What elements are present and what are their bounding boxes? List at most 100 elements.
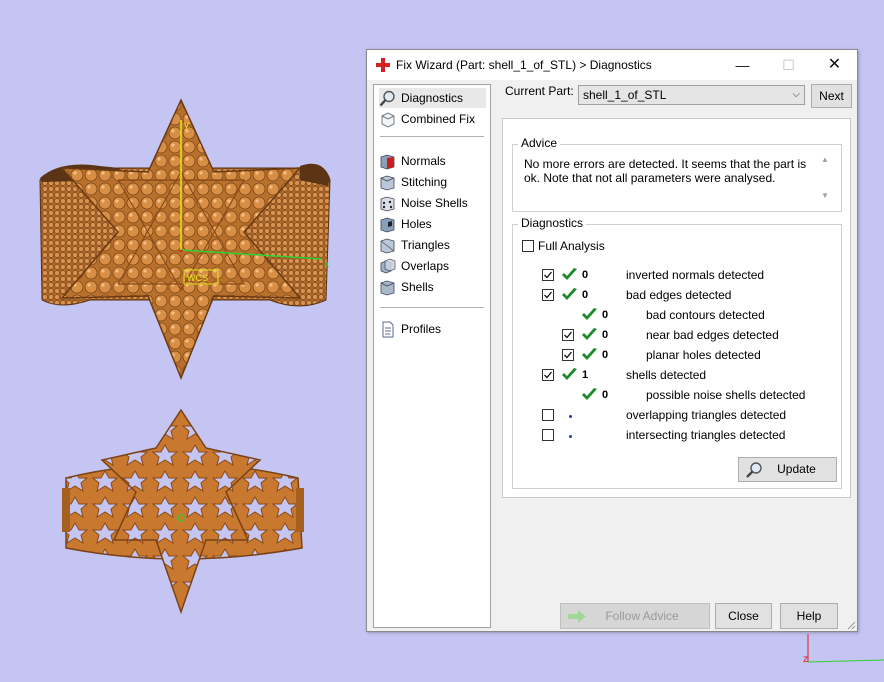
near-bad-edges-count: 0 — [602, 329, 609, 341]
bad-edges-label: bad edges detected — [626, 288, 732, 302]
magnifier-icon — [379, 90, 395, 106]
pending-dot-icon — [569, 435, 572, 438]
wizard-nav: Diagnostics Combined Fix Normals Stitchi… — [373, 84, 491, 628]
intersecting-triangles-label: intersecting triangles detected — [626, 428, 786, 442]
title-bar[interactable]: Fix Wizard (Part: shell_1_of_STL) > Diag… — [367, 50, 857, 80]
current-part-value: shell_1_of_STL — [583, 88, 667, 102]
next-button[interactable]: Next — [811, 84, 852, 108]
nav-label: Normals — [401, 154, 446, 168]
nav-item-noise-shells[interactable]: Noise Shells — [379, 193, 468, 213]
red-cube-icon — [380, 154, 395, 169]
shells-count: 1 — [582, 369, 589, 381]
update-button[interactable]: Update — [738, 457, 837, 482]
advice-text: No more errors are detected. It seems th… — [524, 157, 807, 185]
arrow-right-icon — [568, 610, 586, 623]
triangles-cube-icon — [380, 238, 395, 253]
nav-item-profiles[interactable]: Profiles — [379, 319, 441, 339]
top-ring-model — [39, 98, 331, 381]
current-part-label: Current Part: — [505, 84, 574, 98]
nav-label: Combined Fix — [401, 112, 476, 126]
bottom-ring-model — [62, 408, 304, 615]
maximize-button[interactable]: ☐ — [766, 50, 811, 80]
nav-label: Holes — [401, 217, 432, 231]
nav-item-stitching[interactable]: Stitching — [379, 172, 447, 192]
y-axis-label: y — [184, 120, 189, 131]
cube-outline-icon — [381, 111, 395, 128]
inverted-normals-label: inverted normals detected — [626, 268, 765, 282]
nav-label: Triangles — [401, 238, 450, 252]
nav-item-holes[interactable]: Holes — [379, 214, 432, 234]
close-window-button[interactable]: ✕ — [812, 50, 857, 80]
advice-title: Advice — [518, 136, 561, 150]
green-check-icon — [582, 328, 597, 340]
green-check-icon — [582, 388, 597, 400]
green-check-icon — [582, 308, 597, 320]
overlaps-cube-icon — [380, 258, 396, 273]
shells-label: shells detected — [626, 368, 707, 382]
bad-edges-count: 0 — [582, 289, 589, 301]
help-button[interactable]: Help — [780, 603, 838, 629]
planar-holes-count: 0 — [602, 349, 609, 361]
inverted-normals-count: 0 — [582, 269, 589, 281]
update-label: Update — [777, 462, 816, 476]
bad-edges-checkbox[interactable] — [542, 289, 554, 301]
noise-shells-label: possible noise shells detected — [646, 388, 806, 402]
nav-item-triangles[interactable]: Triangles — [379, 235, 450, 255]
nav-label: Profiles — [401, 322, 442, 336]
nav-item-diagnostics[interactable]: Diagnostics — [379, 88, 486, 108]
advice-group: Advice No more errors are detected. It s… — [512, 136, 842, 212]
diagnostics-panel: Advice No more errors are detected. It s… — [502, 118, 851, 498]
diagnostics-group: Diagnostics Full Analysis 0 inverted nor… — [512, 216, 842, 489]
bad-contours-count: 0 — [602, 309, 609, 321]
green-check-icon — [562, 268, 577, 280]
green-check-icon — [582, 348, 597, 360]
document-icon — [382, 321, 394, 337]
nav-item-combined-fix[interactable]: Combined Fix — [379, 109, 475, 129]
follow-advice-label: Follow Advice — [605, 609, 679, 623]
near-bad-edges-checkbox[interactable] — [562, 329, 574, 341]
fix-wizard-dialog: Fix Wizard (Part: shell_1_of_STL) > Diag… — [366, 49, 858, 632]
planar-holes-checkbox[interactable] — [562, 349, 574, 361]
nav-separator — [380, 307, 484, 308]
dialog-title: Fix Wizard (Part: shell_1_of_STL) > Diag… — [396, 58, 652, 72]
intersecting-triangles-checkbox[interactable] — [542, 429, 554, 441]
overlapping-triangles-label: overlapping triangles detected — [626, 408, 787, 422]
nav-label: Stitching — [401, 175, 448, 189]
nav-item-normals[interactable]: Normals — [379, 151, 446, 171]
nav-label: Shells — [401, 280, 434, 294]
bad-contours-label: bad contours detected — [646, 308, 765, 322]
shells-checkbox[interactable] — [542, 369, 554, 381]
wcs-label: WCS — [187, 273, 208, 283]
scroll-down-icon[interactable]: ▼ — [821, 191, 829, 200]
nav-item-shells[interactable]: Shells — [379, 277, 434, 297]
near-bad-edges-label: near bad edges detected — [646, 328, 779, 342]
nav-label: Noise Shells — [401, 196, 468, 210]
green-check-icon — [562, 288, 577, 300]
overlapping-triangles-checkbox[interactable] — [542, 409, 554, 421]
close-button[interactable]: Close — [715, 603, 772, 629]
scroll-up-icon[interactable]: ▲ — [821, 155, 829, 164]
full-analysis-checkbox[interactable] — [522, 240, 534, 252]
magnifier-icon — [746, 462, 762, 478]
stitch-cube-icon — [380, 175, 395, 190]
minimize-button[interactable]: — — [720, 50, 765, 80]
nav-label: Overlaps — [401, 259, 450, 273]
diagnostics-title: Diagnostics — [518, 216, 587, 230]
resize-grip-icon[interactable] — [846, 620, 856, 630]
holes-cube-icon — [380, 217, 395, 232]
green-check-icon — [562, 368, 577, 380]
follow-advice-button[interactable]: Follow Advice — [560, 603, 710, 629]
nav-item-overlaps[interactable]: Overlaps — [379, 256, 449, 276]
nav-separator — [380, 136, 484, 137]
pending-dot-icon — [569, 415, 572, 418]
chevron-down-icon: ⌵ — [792, 89, 800, 100]
planar-holes-label: planar holes detected — [646, 348, 761, 362]
red-cross-icon — [376, 58, 390, 72]
inverted-normals-checkbox[interactable] — [542, 269, 554, 281]
advice-scrollbar[interactable]: ▲ ▼ — [820, 153, 832, 203]
noise-shells-count: 0 — [602, 389, 609, 401]
dice-icon — [380, 196, 395, 211]
full-analysis-label: Full Analysis — [538, 239, 605, 253]
z-axis-label: z — [803, 654, 808, 665]
current-part-dropdown[interactable]: shell_1_of_STL ⌵ — [578, 85, 805, 105]
